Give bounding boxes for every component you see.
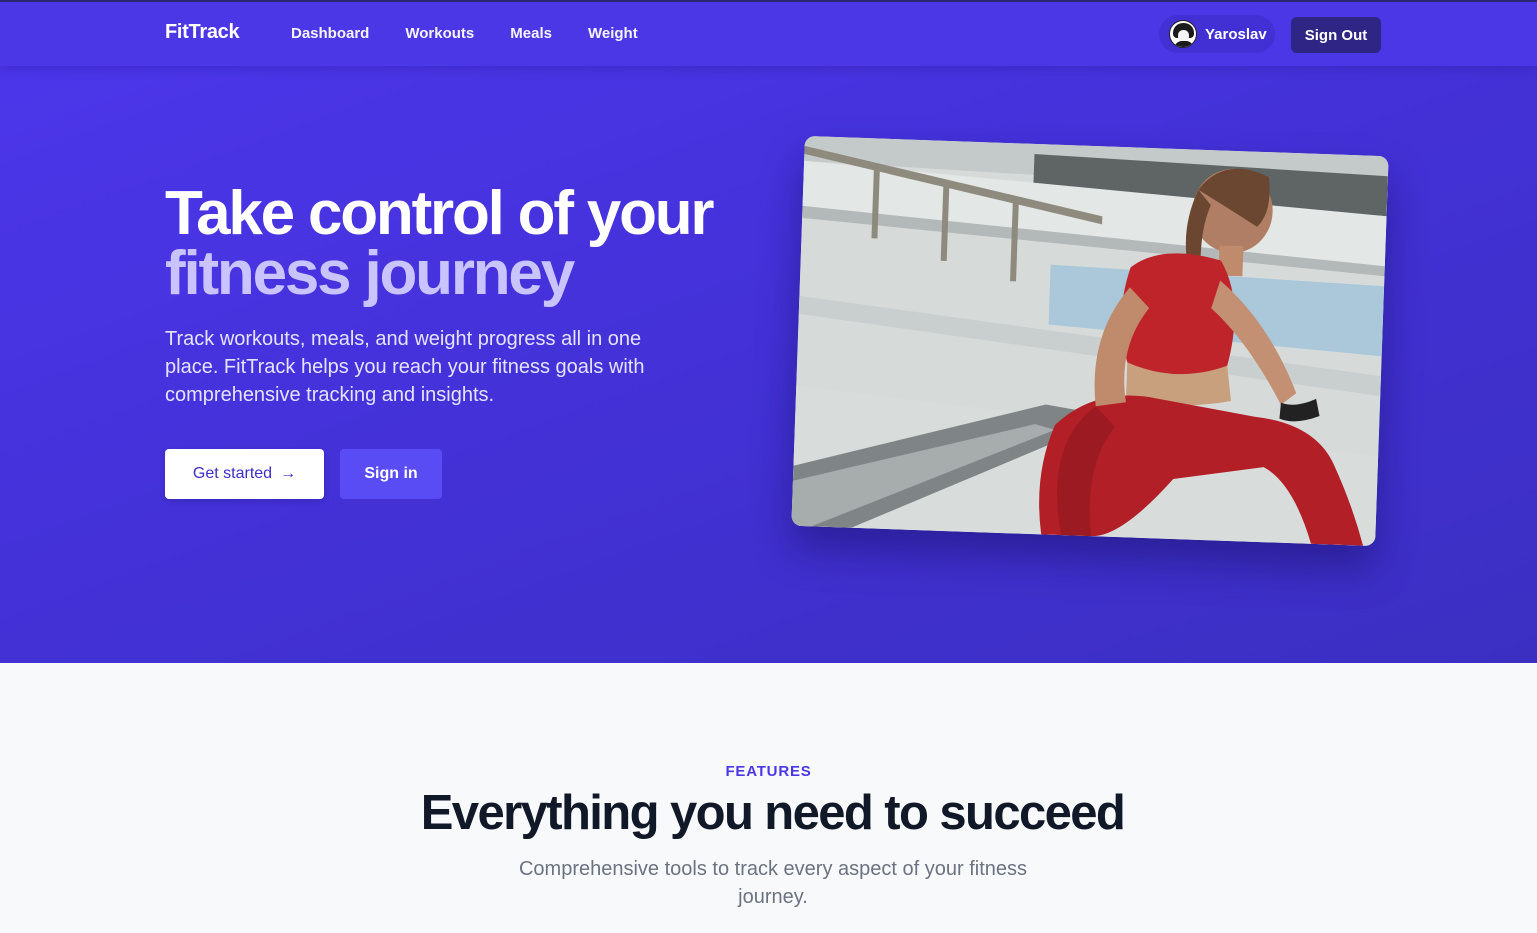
features-eyebrow: FEATURES (725, 763, 812, 780)
features-subtitle: Comprehensive tools to track every aspec… (518, 858, 1027, 908)
hero-subtitle: Track workouts, meals, and weight progre… (165, 328, 645, 406)
primary-nav: Dashboard Workouts Meals Weight (291, 25, 674, 42)
hero-title-line2: fitness journey (165, 239, 575, 308)
hero-image (791, 135, 1389, 547)
hero-photo-illustration (791, 135, 1389, 547)
user-menu[interactable]: Yaroslav (1159, 15, 1275, 53)
get-started-label: Get started (192, 465, 273, 482)
brand-logo[interactable]: FitTrack (165, 21, 240, 44)
nav-link-workouts[interactable]: Workouts (405, 25, 474, 42)
hero-title-line1: Take control of your (165, 179, 715, 248)
nav-link-dashboard[interactable]: Dashboard (291, 25, 369, 42)
user-name: Yaroslav (1205, 25, 1267, 43)
get-started-button[interactable]: Get started → (165, 449, 324, 499)
features-title: Everything you need to succeed (420, 786, 1126, 840)
nav-link-weight[interactable]: Weight (588, 25, 638, 42)
nav-link-meals[interactable]: Meals (510, 25, 552, 42)
avatar (1169, 20, 1197, 48)
features-section: FEATURES Everything you need to succeed … (0, 663, 1537, 933)
top-navbar: FitTrack Dashboard Workouts Meals Weight… (0, 0, 1537, 66)
hero-section: Take control of your fitness journey Tra… (0, 66, 1537, 663)
arrow-right-icon: → (280, 465, 297, 482)
hero-title: Take control of your fitness journey (165, 179, 785, 308)
sign-out-button[interactable]: Sign Out (1291, 17, 1381, 53)
sign-in-button[interactable]: Sign in (340, 449, 442, 499)
